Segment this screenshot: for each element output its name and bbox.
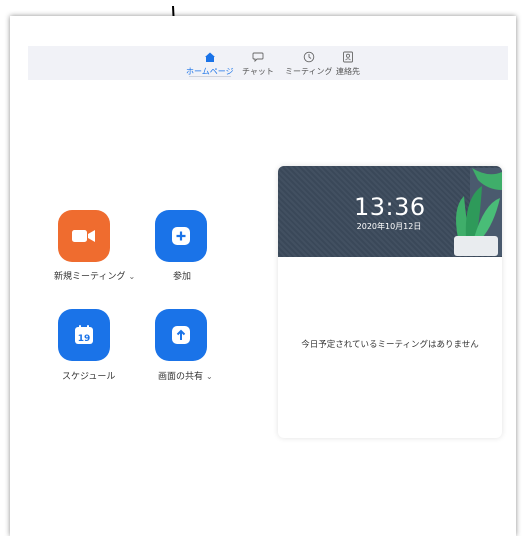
- tab-home[interactable]: ホームページ: [186, 51, 234, 77]
- new-meeting-button[interactable]: [58, 210, 110, 262]
- share-screen-label: 画面の共有 ⌄: [158, 372, 213, 382]
- chat-icon: [252, 52, 264, 63]
- contact-icon: [343, 51, 353, 63]
- current-date: 2020年10月12日: [356, 222, 422, 231]
- calendar-icon: 19: [75, 325, 93, 344]
- tab-chat[interactable]: チャット: [242, 51, 274, 77]
- clock-icon: [303, 51, 315, 63]
- upcoming-meetings-card: 13:36 2020年10月12日 今日予定されているミーティングはありません: [278, 166, 502, 438]
- video-camera-icon: [72, 230, 95, 242]
- join-label: 参加: [173, 272, 192, 282]
- active-tab-underline: [189, 76, 231, 77]
- tab-chat-label: チャット: [242, 67, 274, 76]
- home-icon: [204, 52, 215, 62]
- card-header: 13:36 2020年10月12日: [278, 166, 502, 257]
- tab-meetings[interactable]: ミーティング: [285, 51, 333, 77]
- plus-icon: [172, 227, 190, 245]
- share-screen-dropdown-icon[interactable]: ⌄: [206, 372, 213, 381]
- no-meetings-message: 今日予定されているミーティングはありません: [301, 340, 479, 350]
- tab-contacts-label: 連絡先: [336, 67, 360, 76]
- plant-illustration: [454, 168, 502, 256]
- share-screen-button[interactable]: [155, 309, 207, 361]
- share-screen-icon: [172, 326, 190, 344]
- calendar-day-number: 19: [78, 334, 91, 344]
- schedule-button[interactable]: 19: [58, 309, 110, 361]
- new-meeting-dropdown-icon[interactable]: ⌄: [128, 272, 135, 281]
- join-button[interactable]: [155, 210, 207, 262]
- current-time: 13:36: [354, 193, 426, 221]
- new-meeting-label: 新規ミーティング ⌄: [54, 272, 136, 282]
- tab-meetings-label: ミーティング: [285, 67, 333, 76]
- tab-contacts[interactable]: 連絡先: [336, 51, 360, 77]
- schedule-label: スケジュール: [62, 372, 116, 382]
